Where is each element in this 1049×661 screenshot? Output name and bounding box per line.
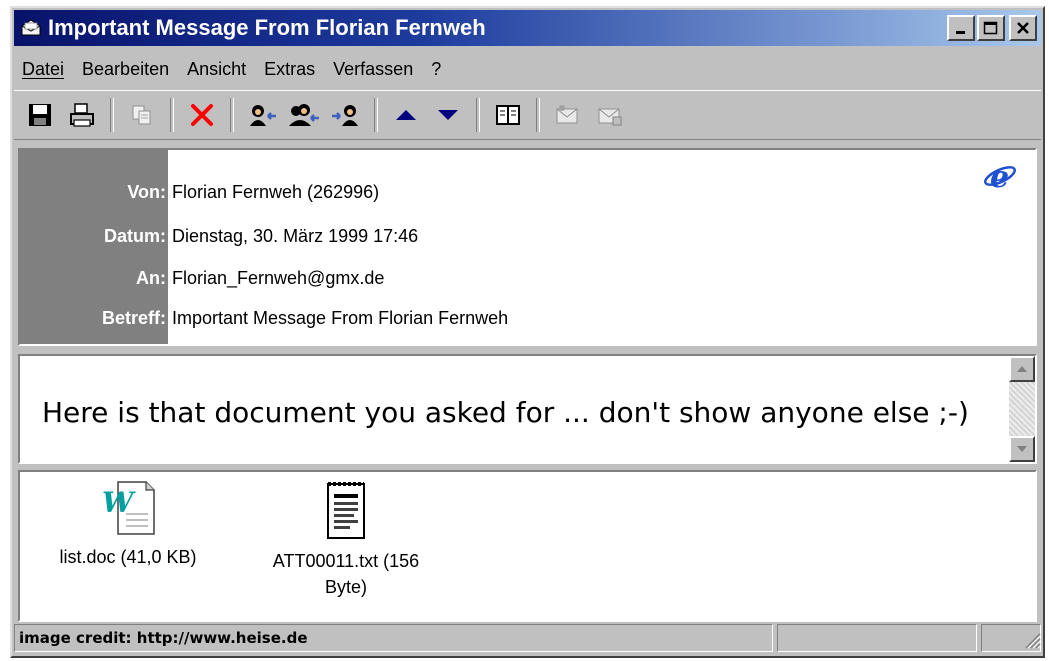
close-button[interactable] [1009,15,1037,41]
svg-text:W: W [102,486,136,519]
from-label: Von: [127,181,166,202]
status-cell-main: image credit: http://www.heise.de [14,624,774,652]
attachment-name-line2: Byte) [324,577,367,597]
mail-window: Important Message From Florian Fernweh D… [10,6,1045,658]
window-title: Important Message From Florian Fernweh [48,15,486,40]
menu-datei[interactable]: Datei [22,59,64,80]
minimize-button[interactable] [947,15,975,41]
message-body[interactable]: Here is that document you asked for ... … [18,354,1037,464]
toolbar-separator [230,98,234,132]
toolbar-separator [476,98,480,132]
next-icon [438,110,458,120]
arrow-up-icon [1017,366,1027,372]
print-icon [70,103,94,127]
resize-grip-icon[interactable] [1023,631,1041,654]
status-text: image credit: http://www.heise.de [19,629,308,647]
reply-all-icon [289,104,319,126]
attachment-att00011-txt[interactable]: ATT00011.txt (156 Byte) [246,478,446,600]
attachment-list-doc[interactable]: W list.doc (41,0 KB) [38,478,218,570]
reply-icon [250,105,276,126]
print-button[interactable] [64,97,100,133]
reply-button[interactable] [244,97,280,133]
ie-logo-icon: e [983,160,1017,197]
menu-help[interactable]: ? [431,59,441,80]
next-button[interactable] [430,97,466,133]
status-bar: image credit: http://www.heise.de [14,624,1042,654]
toolbar-separator [374,98,378,132]
toolbar [14,90,1041,140]
toolbar-separator [170,98,174,132]
title-bar[interactable]: Important Message From Florian Fernweh [14,10,1041,46]
delete-button[interactable] [184,97,220,133]
envelope-icon [20,17,42,39]
forward-button[interactable] [328,97,364,133]
message-text: Here is that document you asked for ... … [42,396,969,429]
previous-button[interactable] [388,97,424,133]
subject-value: Important Message From Florian Fernweh [172,307,509,328]
delete-icon [191,104,213,126]
date-value: Dienstag, 30. März 1999 17:46 [172,225,419,246]
vertical-scrollbar[interactable] [1009,356,1035,462]
address-book-icon [496,105,520,125]
status-cell-secondary [777,624,978,652]
scroll-up-button[interactable] [1009,356,1035,382]
menu-bar: Datei Bearbeiten Ansicht Extras Verfasse… [18,54,459,84]
header-row-date: Datum: Dienstag, 30. März 1999 17:46 [20,218,1035,254]
menu-extras[interactable]: Extras [264,59,315,80]
window-controls [947,15,1037,41]
maximize-button[interactable] [977,15,1005,41]
copy-button[interactable] [124,97,160,133]
subject-label: Betreff: [101,307,166,328]
menu-verfassen[interactable]: Verfassen [333,59,413,80]
header-row-subject: Betreff: Important Message From Florian … [20,300,1035,336]
arrow-down-icon [1017,446,1027,452]
attachment-name: ATT00011.txt (156 Byte) [246,548,446,600]
forward-icon [332,105,358,126]
message-header: Von: Florian Fernweh (262996) Datum: Die… [18,148,1037,346]
previous-icon [396,110,416,120]
mail-icon [598,108,622,126]
from-value: Florian Fernweh (262996) [172,181,380,202]
address-book-button[interactable] [490,97,526,133]
to-value: Florian_Fernweh@gmx.de [172,267,385,288]
scroll-down-button[interactable] [1009,436,1035,462]
send-icon [556,105,578,124]
toolbar-separator [110,98,114,132]
reply-all-button[interactable] [286,97,322,133]
word-document-icon: W [102,481,155,535]
menu-ansicht[interactable]: Ansicht [187,59,246,80]
date-label: Datum: [104,225,166,246]
copy-icon [132,105,151,125]
attachment-name: list.doc (41,0 KB) [59,547,197,567]
svg-text:e: e [990,160,1009,192]
save-icon [29,104,51,126]
header-row-from: Von: Florian Fernweh (262996) [20,174,1035,210]
save-button[interactable] [22,97,58,133]
text-file-icon [327,482,365,539]
toolbar-separator [536,98,540,132]
to-label: An: [136,267,166,288]
attachment-name-line1: ATT00011.txt (156 [272,551,420,571]
mail-button[interactable] [592,97,628,133]
send-button[interactable] [550,97,586,133]
menu-bearbeiten[interactable]: Bearbeiten [82,59,169,80]
header-row-to: An: Florian_Fernweh@gmx.de [20,260,1035,296]
attachments-pane: W list.doc (41,0 KB) ATT00011.txt (156 B… [18,470,1037,622]
